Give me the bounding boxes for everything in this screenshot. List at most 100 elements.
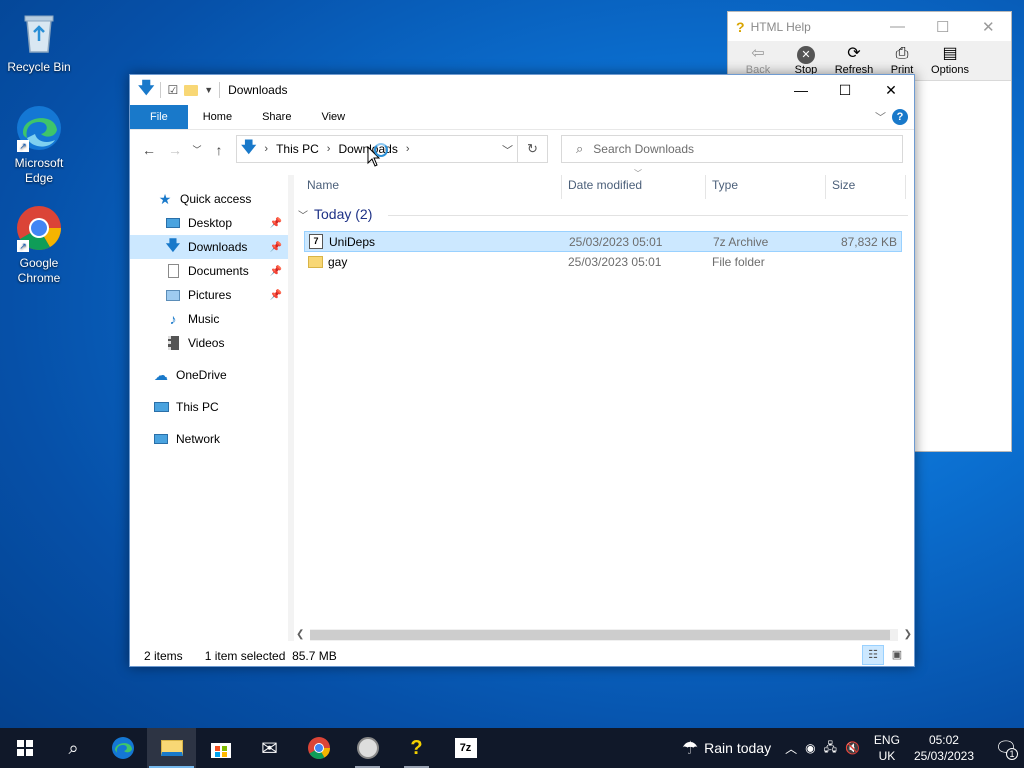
column-divider[interactable]	[825, 175, 826, 199]
search-button[interactable]: ⌕	[49, 728, 98, 768]
file-type: 7z Archive	[713, 235, 769, 249]
desktop-icon-chrome[interactable]: ↗ Google Chrome	[0, 204, 78, 286]
volume-muted-icon[interactable]: 🔇	[845, 741, 860, 755]
expand-ribbon-icon[interactable]: ﹀	[875, 109, 886, 125]
sidebar-item-documents[interactable]: Documents 📌	[130, 259, 288, 283]
pin-icon: 📌	[269, 241, 282, 253]
column-header-name[interactable]: Name	[307, 175, 339, 195]
clock[interactable]: 05:02 25/03/2023	[914, 732, 974, 764]
clock-time: 05:02	[928, 733, 959, 747]
desktop-icon-edge[interactable]: ↗ Microsoft Edge	[0, 104, 78, 186]
status-selection: 1 item selected 85.7 MB	[204, 649, 337, 663]
scroll-thumb[interactable]	[310, 630, 890, 640]
address-dropdown-icon[interactable]: ﹀	[502, 142, 513, 158]
search-input[interactable]: Search Downloads	[593, 142, 694, 156]
close-icon[interactable]: ✕	[868, 75, 914, 105]
sidebar-item-pictures[interactable]: Pictures 📌	[130, 283, 288, 307]
column-divider[interactable]	[561, 175, 562, 199]
file-row-unideps[interactable]: 7 UniDeps 25/03/2023 05:01 7z Archive 87…	[304, 231, 902, 252]
help-options-button[interactable]: ▤ Options	[926, 41, 974, 80]
forward-button[interactable]: →	[162, 142, 188, 158]
language-indicator[interactable]: ENG UK	[874, 732, 900, 764]
breadcrumb-separator-icon[interactable]: ›	[264, 143, 268, 155]
taskbar-html-help[interactable]: ?	[392, 728, 441, 768]
column-divider[interactable]	[905, 175, 906, 199]
sidebar-item-network[interactable]: Network	[130, 427, 288, 451]
refresh-button[interactable]: ↻	[517, 136, 547, 162]
maximize-icon[interactable]: ☐	[822, 75, 868, 105]
tab-file[interactable]: File	[130, 105, 188, 129]
scroll-left-icon[interactable]: ❮	[296, 627, 304, 643]
group-header-today[interactable]: ﹀ Today (2)	[298, 206, 908, 222]
network-status-icon[interactable]: 🖧	[824, 738, 837, 759]
new-folder-icon[interactable]	[184, 84, 199, 96]
status-bar: 2 items 1 item selected 85.7 MB ☷ ▣	[130, 645, 914, 667]
busy-spinner-icon	[374, 143, 388, 157]
minimize-icon[interactable]: —	[778, 75, 824, 105]
search-box[interactable]: ⌕ Search Downloads	[561, 135, 903, 163]
edge-icon	[111, 737, 134, 759]
taskbar-file-explorer[interactable]	[147, 728, 196, 768]
explorer-titlebar[interactable]: 🡇 ☑ ▼ Downloads — ☐ ✕	[130, 75, 914, 105]
notification-center-button[interactable]: 🗨 1	[988, 728, 1024, 768]
close-icon[interactable]: ✕	[982, 18, 995, 36]
quick-access-toolbar: 🡇 ☑ ▼	[130, 77, 221, 104]
show-hidden-icons-icon[interactable]: ︿	[785, 740, 797, 757]
help-titlebar[interactable]: ? HTML Help	[728, 12, 1011, 41]
scroll-right-icon[interactable]: ❯	[904, 627, 912, 643]
sidebar-item-this-pc[interactable]: This PC	[130, 395, 288, 419]
desktop-icon-recycle-bin[interactable]: Recycle Bin	[0, 8, 78, 75]
recent-locations-icon[interactable]: ﹀	[188, 143, 206, 156]
sidebar-item-music[interactable]: ♪ Music	[130, 307, 288, 331]
large-icons-view-icon[interactable]: ▣	[886, 645, 908, 665]
breadcrumb-this-pc[interactable]: This PC	[276, 142, 319, 156]
divider	[219, 82, 221, 98]
start-button[interactable]	[0, 728, 49, 768]
column-header-date[interactable]: Date modified	[568, 175, 642, 195]
folder-icon	[160, 740, 183, 756]
camera-icon[interactable]: ◉	[805, 741, 815, 755]
details-view-icon[interactable]: ☷	[862, 645, 884, 665]
weather-text[interactable]: Rain today	[704, 740, 771, 756]
document-icon	[164, 263, 182, 279]
up-button[interactable]: ↑	[206, 142, 232, 158]
minimize-icon[interactable]: —	[890, 18, 905, 35]
file-name: gay	[328, 255, 348, 269]
customize-toolbar-icon[interactable]: ▼	[204, 85, 213, 95]
sidebar-item-downloads[interactable]: 🡇 Downloads 📌	[130, 235, 288, 259]
column-header-size[interactable]: Size	[832, 175, 855, 195]
help-app-icon: ?	[736, 18, 745, 35]
sidebar-item-quick-access[interactable]: ★ Quick access	[130, 187, 288, 211]
taskbar-edge[interactable]	[98, 728, 147, 768]
column-divider[interactable]	[705, 175, 706, 199]
taskbar-chrome[interactable]	[294, 728, 343, 768]
taskbar-mail[interactable]: ✉	[245, 728, 294, 768]
sidebar-item-videos[interactable]: Videos	[130, 331, 288, 355]
weather-umbrella-icon: ☂	[682, 737, 699, 758]
properties-icon[interactable]: ☑	[167, 83, 178, 97]
breadcrumb-separator-icon[interactable]: ›	[327, 143, 331, 155]
system-tray: ☂ Rain today ︿ ◉ 🖧 🔇 ENG UK 05:02 25/03/…	[682, 728, 1024, 768]
tab-home[interactable]: Home	[188, 105, 247, 129]
ribbon-tabs: File Home Share View ﹀ ?	[130, 105, 914, 129]
column-header-type[interactable]: Type	[712, 175, 738, 195]
help-icon[interactable]: ?	[892, 109, 908, 125]
tab-view[interactable]: View	[306, 105, 360, 129]
horizontal-scrollbar[interactable]: ❮ ❯	[294, 627, 914, 643]
sidebar-item-onedrive[interactable]: ☁ OneDrive	[130, 363, 288, 387]
file-row-gay[interactable]: gay 25/03/2023 05:01 File folder	[304, 252, 902, 273]
maximize-icon[interactable]: ☐	[936, 18, 949, 36]
taskbar-app-clock[interactable]	[343, 728, 392, 768]
back-button[interactable]: ←	[136, 142, 162, 158]
breadcrumb-separator-icon[interactable]: ›	[406, 143, 410, 155]
sidebar-item-desktop[interactable]: Desktop 📌	[130, 211, 288, 235]
taskbar: ⌕ ✉ ? 7z ☂ Rain today ︿ ◉ 🖧 🔇 ENG UK 05:…	[0, 728, 1024, 768]
shortcut-arrow-icon: ↗	[17, 240, 29, 252]
search-icon: ⌕	[68, 737, 79, 758]
taskbar-7zip[interactable]: 7z	[441, 728, 490, 768]
taskbar-store[interactable]	[196, 728, 245, 768]
file-explorer-window[interactable]: 🡇 ☑ ▼ Downloads — ☐ ✕ File Home Share Vi…	[129, 74, 915, 667]
address-bar[interactable]: 🡇 › This PC › Downloads › ﹀ ↻	[236, 135, 548, 163]
tab-share[interactable]: Share	[247, 105, 306, 129]
windows-logo-icon	[16, 740, 33, 756]
